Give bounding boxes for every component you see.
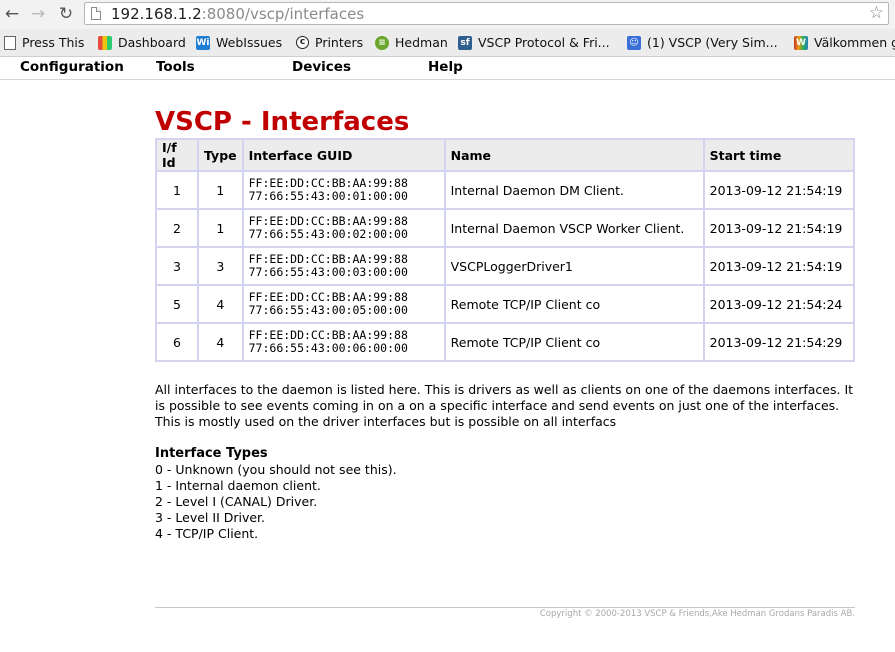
bookmark-hedman[interactable]: ≡ Hedman: [375, 29, 448, 56]
bookmark-vscp-protocol[interactable]: sf VSCP Protocol & Fri...: [458, 29, 610, 56]
forward-arrow-icon[interactable]: →: [28, 4, 48, 24]
cell-type: 4: [197, 322, 244, 362]
bookmark-press-this[interactable]: Press This: [4, 29, 84, 56]
bookmark-webissues[interactable]: Wi WebIssues: [196, 29, 282, 56]
interfaces-description: All interfaces to the daemon is listed h…: [155, 382, 854, 429]
bookmark-valkommen[interactable]: W Välkommen g: [794, 29, 895, 56]
page-title: VSCP - Interfaces: [155, 107, 410, 137]
interface-types-list: 0 - Unknown (you should not see this). 1…: [155, 462, 397, 542]
cell-start-time: 2013-09-12 21:54:29: [702, 322, 856, 362]
page-icon: [4, 35, 16, 50]
cell-start-time: 2013-09-12 21:54:19: [702, 246, 856, 286]
spotify-icon: ≡: [375, 35, 389, 50]
back-arrow-icon[interactable]: ←: [2, 4, 22, 24]
cell-type: 4: [197, 284, 244, 324]
cell-guid: FF:EE:DD:CC:BB:AA:99:88 77:66:55:43:00:03…: [241, 246, 446, 286]
browser-toolbar: ← → ↻ 192.168.1.2:8080/vscp/interfaces ☆: [0, 0, 895, 29]
cell-id: 1: [155, 170, 199, 210]
cell-id: 2: [155, 208, 199, 248]
bookmark-vscp-very-simple[interactable]: ☺ (1) VSCP (Very Sim...: [627, 29, 778, 56]
table-row: 3 3 FF:EE:DD:CC:BB:AA:99:88 77:66:55:43:0…: [155, 246, 856, 286]
page-icon: [91, 7, 101, 20]
column-header-guid: Interface GUID: [241, 138, 446, 172]
cell-type: 1: [197, 170, 244, 210]
cell-id: 6: [155, 322, 199, 362]
list-item: 4 - TCP/IP Client.: [155, 526, 259, 541]
column-header-start-time: Start time: [702, 138, 856, 172]
cell-type: 1: [197, 208, 244, 248]
cell-name: Internal Daemon VSCP Worker Client.: [443, 208, 705, 248]
interfaces-table: I/f Id Type Interface GUID Name Start ti…: [155, 138, 856, 362]
table-row: 5 4 FF:EE:DD:CC:BB:AA:99:88 77:66:55:43:0…: [155, 284, 856, 324]
address-bar[interactable]: 192.168.1.2:8080/vscp/interfaces ☆: [84, 2, 889, 25]
printers-icon: c: [296, 36, 309, 49]
cell-id: 5: [155, 284, 199, 324]
cell-type: 3: [197, 246, 244, 286]
flag-icon: W: [794, 35, 808, 50]
site-menu-bar: Configuration Tools Devices Help: [0, 57, 895, 80]
menu-tools[interactable]: Tools: [156, 57, 195, 79]
cell-guid: FF:EE:DD:CC:BB:AA:99:88 77:66:55:43:00:01…: [241, 170, 446, 210]
bookmark-star-icon[interactable]: ☆: [869, 3, 884, 24]
dashboard-icon: [98, 35, 112, 50]
cell-name: VSCPLoggerDriver1: [443, 246, 705, 286]
table-row: 6 4 FF:EE:DD:CC:BB:AA:99:88 77:66:55:43:0…: [155, 322, 856, 362]
column-header-id: I/f Id: [155, 138, 199, 172]
list-item: 3 - Level II Driver.: [155, 510, 266, 525]
table-row: 2 1 FF:EE:DD:CC:BB:AA:99:88 77:66:55:43:0…: [155, 208, 856, 248]
webissues-icon: Wi: [196, 35, 210, 50]
bookmarks-bar: Press This Dashboard Wi WebIssues c Printe…: [0, 29, 895, 57]
cell-start-time: 2013-09-12 21:54:19: [702, 170, 856, 210]
menu-help[interactable]: Help: [428, 57, 463, 79]
cell-name: Remote TCP/IP Client co: [443, 284, 705, 324]
chat-icon: ☺: [627, 35, 641, 50]
list-item: 2 - Level I (CANAL) Driver.: [155, 494, 318, 509]
bookmark-printers[interactable]: c Printers: [296, 29, 363, 56]
cell-guid: FF:EE:DD:CC:BB:AA:99:88 77:66:55:43:00:05…: [241, 284, 446, 324]
column-header-type: Type: [197, 138, 244, 172]
cell-name: Remote TCP/IP Client co: [443, 322, 705, 362]
cell-name: Internal Daemon DM Client.: [443, 170, 705, 210]
interface-types-heading: Interface Types: [155, 446, 268, 461]
sourceforge-icon: sf: [458, 35, 472, 50]
menu-devices[interactable]: Devices: [292, 57, 351, 79]
table-header-row: I/f Id Type Interface GUID Name Start ti…: [155, 138, 856, 172]
cell-start-time: 2013-09-12 21:54:19: [702, 208, 856, 248]
address-text[interactable]: 192.168.1.2:8080/vscp/interfaces: [111, 4, 364, 24]
cell-guid: FF:EE:DD:CC:BB:AA:99:88 77:66:55:43:00:06…: [241, 322, 446, 362]
column-header-name: Name: [443, 138, 705, 172]
reload-icon[interactable]: ↻: [56, 4, 76, 24]
copyright-text: Copyright © 2000-2013 VSCP & Friends,Ake…: [539, 609, 855, 619]
menu-configuration[interactable]: Configuration: [20, 57, 124, 79]
bookmark-dashboard[interactable]: Dashboard: [98, 29, 186, 56]
cell-guid: FF:EE:DD:CC:BB:AA:99:88 77:66:55:43:00:02…: [241, 208, 446, 248]
cell-start-time: 2013-09-12 21:54:24: [702, 284, 856, 324]
table-row: 1 1 FF:EE:DD:CC:BB:AA:99:88 77:66:55:43:0…: [155, 170, 856, 210]
list-item: 0 - Unknown (you should not see this).: [155, 462, 397, 477]
cell-id: 3: [155, 246, 199, 286]
list-item: 1 - Internal daemon client.: [155, 478, 321, 493]
